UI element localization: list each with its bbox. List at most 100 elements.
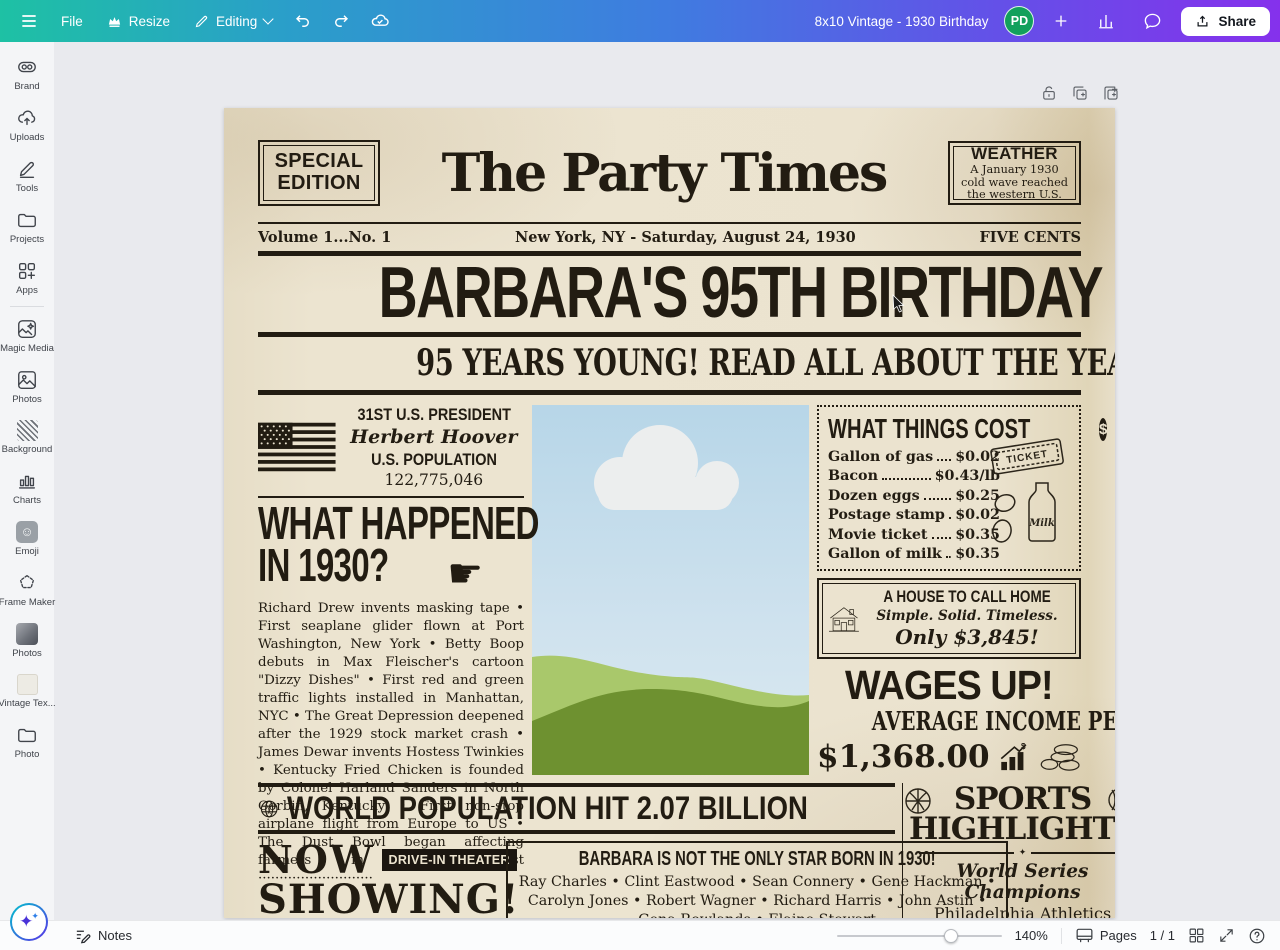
dot-leader [946, 556, 951, 558]
lock-icon[interactable] [1040, 84, 1058, 102]
avatar[interactable]: PD [1004, 6, 1034, 36]
zoom-slider[interactable] [837, 929, 1002, 943]
redo-button[interactable] [323, 6, 359, 36]
design-page[interactable]: SPECIAL EDITION The Party Times WEATHER … [224, 108, 1115, 918]
left-column: 31ST U.S. PRESIDENT Herbert Hoover U.S. … [258, 405, 524, 775]
zoom-slider-track [837, 935, 1002, 937]
help-button[interactable] [1248, 927, 1266, 945]
cost-row: Gallon of milk$0.35 [828, 546, 1000, 562]
file-menu-button[interactable]: File [50, 8, 94, 35]
dot-leader [932, 537, 952, 539]
headline-block[interactable]: BARBARA'S 95TH BIRTHDAY [258, 259, 1081, 328]
fullscreen-icon [1218, 927, 1235, 944]
wages-block[interactable]: WAGES UP! AVERAGE INCOME PER YEAR $1,368… [817, 665, 1081, 775]
insights-button[interactable] [1088, 6, 1124, 36]
sidebar-item-tools[interactable]: Tools [0, 150, 54, 201]
frame-maker-icon [16, 572, 38, 594]
invite-member-button[interactable] [1044, 7, 1078, 35]
sports-highlights-block[interactable]: SPORTS HIGHLIGHTS ✦ World Series Champio… [902, 783, 1115, 918]
notes-label: Notes [98, 928, 132, 943]
undo-icon [294, 12, 312, 30]
sidebar-item-frame-maker[interactable]: Frame Maker [0, 564, 54, 615]
pages-button[interactable]: Pages [1075, 927, 1137, 944]
pages-icon [1075, 927, 1094, 944]
dot-leader [882, 478, 931, 480]
special-edition-line2: EDITION [277, 173, 360, 195]
grid-view-button[interactable] [1188, 927, 1205, 944]
main-menu-button[interactable] [10, 5, 48, 37]
share-upload-icon [1195, 14, 1210, 29]
undo-button[interactable] [285, 6, 321, 36]
house-panel[interactable]: A HOUSE TO CALL HOME Simple. Solid. Time… [817, 578, 1081, 659]
brand-icon [16, 56, 38, 78]
sidebar-item-apps[interactable]: Apps [0, 252, 54, 303]
sidebar-item-background[interactable]: Background [0, 412, 54, 462]
middle-column [532, 405, 809, 775]
zoom-slider-thumb[interactable] [944, 929, 958, 943]
notes-button[interactable]: Notes [74, 927, 132, 944]
wages-title: WAGES UP! [845, 665, 1053, 706]
cost-row: Gallon of gas$0.02 [828, 449, 1000, 465]
stars-title: BARBARA IS NOT THE ONLY STAR BORN IN 193… [579, 848, 936, 871]
fullscreen-button[interactable] [1218, 927, 1235, 944]
dot-leader [937, 459, 951, 461]
resize-button[interactable]: Resize [96, 8, 181, 35]
sidebar-item-photos[interactable]: Photos [0, 361, 54, 412]
special-edition-box[interactable]: SPECIAL EDITION [258, 140, 380, 206]
canvas-area[interactable]: SPECIAL EDITION The Party Times WEATHER … [54, 42, 1280, 920]
sidebar-item-photo-folder[interactable]: Photo [0, 716, 54, 767]
population-headline: WORLD POPULATION HIT 2.07 BILLION [287, 790, 808, 827]
sidebar-item-uploads[interactable]: Uploads [0, 99, 54, 150]
document-title[interactable]: 8x10 Vintage - 1930 Birthday [815, 14, 989, 29]
headline-text: BARBARA'S 95TH BIRTHDAY [379, 259, 1102, 328]
what-happened-line2: IN 1930? [258, 544, 388, 586]
duplicate-page-icon[interactable] [1071, 84, 1089, 102]
sidebar-item-brand[interactable]: Brand [0, 48, 54, 99]
editing-mode-button[interactable]: Editing [183, 8, 283, 35]
cloud-check-icon [370, 11, 390, 31]
what-happened-title[interactable]: WHAT HAPPENED IN 1930?☛ [258, 502, 524, 593]
comments-button[interactable] [1134, 6, 1171, 37]
sidebar-item-photos-pack[interactable]: Photos [0, 615, 54, 666]
sidebar-item-magic-media[interactable]: Magic Media [0, 310, 54, 361]
basketball-icon [903, 786, 933, 820]
sidebar-item-charts[interactable]: Charts [0, 462, 54, 513]
background-icon [17, 420, 38, 441]
canva-assistant-button[interactable]: ✦✦ [10, 903, 48, 941]
zoom-level[interactable]: 140% [1015, 928, 1048, 943]
sidebar-divider [10, 306, 44, 307]
comment-icon [1143, 12, 1162, 31]
dot-leader [949, 517, 951, 519]
sidebar-item-vintage-texture[interactable]: Vintage Tex... [0, 666, 54, 716]
population-value: 122,775,046 [344, 471, 524, 489]
svg-text:$: $ [1021, 742, 1026, 751]
emoji-icon: ☺ [16, 521, 38, 543]
house-icon [829, 589, 859, 649]
sidebar-item-projects[interactable]: Projects [0, 201, 54, 252]
vintage-texture-icon [17, 674, 38, 695]
eggs-icon [988, 491, 1022, 543]
chevron-down-icon [263, 13, 274, 24]
notes-icon [74, 927, 91, 944]
subheadline-block[interactable]: 95 YEARS YOUNG! READ ALL ABOUT THE YEAR … [258, 342, 1081, 384]
globe-icon [260, 796, 278, 822]
photo-placeholder[interactable] [532, 405, 809, 775]
house-tagline: Simple. Solid. Timeless. [865, 608, 1069, 624]
add-page-icon[interactable] [1102, 84, 1120, 102]
president-block[interactable]: 31ST U.S. PRESIDENT Herbert Hoover U.S. … [258, 405, 524, 489]
what-things-cost-panel[interactable]: WHAT THINGS COST $ Gallon of gas$0.02 Ba… [817, 405, 1081, 571]
weather-body: A January 1930 cold wave reached the wes… [958, 164, 1071, 202]
weather-box[interactable]: WEATHER A January 1930 cold wave reached… [948, 141, 1081, 205]
sidebar-item-emoji[interactable]: ☺ Emoji [0, 513, 54, 564]
top-toolbar: File Resize Editing 8x10 Vintage - 1930 … [0, 0, 1280, 42]
svg-text:TICKET: TICKET [1006, 449, 1049, 466]
dateline-row[interactable]: Volume 1...No. 1 New York, NY - Saturday… [258, 224, 1081, 251]
bottom-left-region: WORLD POPULATION HIT 2.07 BILLION NOW DR… [258, 783, 895, 918]
share-button[interactable]: Share [1181, 7, 1270, 36]
newspaper-title[interactable]: The Party Times [380, 143, 948, 204]
dot-leader [924, 498, 952, 500]
cloud-save-status[interactable] [361, 5, 399, 37]
world-population-band[interactable]: WORLD POPULATION HIT 2.07 BILLION [258, 783, 895, 834]
now-showing-block[interactable]: NOW DRIVE-IN THEATER SHOWING! THE YEAR'S… [258, 841, 498, 918]
president-label: 31ST U.S. PRESIDENT [357, 405, 510, 425]
